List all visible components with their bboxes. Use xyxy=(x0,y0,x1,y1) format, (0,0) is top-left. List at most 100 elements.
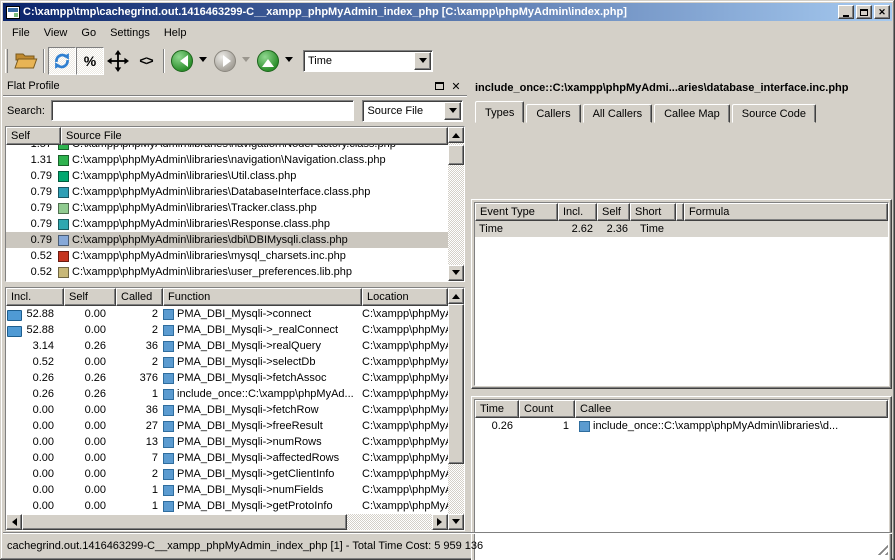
column-header-time[interactable]: Time xyxy=(475,400,519,418)
function-row[interactable]: 0.00 0.00 27 PMA_DBI_Mysqli->freeResult … xyxy=(6,418,448,434)
back-dropdown-arrow[interactable] xyxy=(199,57,207,66)
scrollbar-track[interactable] xyxy=(448,143,464,265)
column-header-self[interactable]: Self xyxy=(6,127,61,145)
reload-button[interactable] xyxy=(48,47,76,75)
column-header-self[interactable]: Self xyxy=(597,203,630,221)
dock-float-button[interactable] xyxy=(432,80,446,93)
close-icon: ✕ xyxy=(451,80,460,93)
arrow-up-icon xyxy=(452,129,460,138)
column-header-self[interactable]: Self xyxy=(64,288,116,306)
percent-icon: % xyxy=(84,53,96,69)
title-bar[interactable]: C:\xampp\tmp\cachegrind.out.1416463299-C… xyxy=(3,3,892,21)
scrollbar-thumb[interactable] xyxy=(22,514,347,530)
scrollbar-thumb[interactable] xyxy=(448,304,464,464)
scroll-down-button[interactable] xyxy=(448,265,464,281)
function-row[interactable]: 52.88 0.00 2 PMA_DBI_Mysqli->connect C:\… xyxy=(6,306,448,322)
menu-item-view[interactable]: View xyxy=(37,24,75,42)
scroll-down-button[interactable] xyxy=(448,514,464,530)
dock-title-bar[interactable]: Flat Profile ✕ xyxy=(3,77,467,96)
menu-item-help[interactable]: Help xyxy=(157,24,194,42)
back-button[interactable] xyxy=(168,47,196,75)
column-header-callee[interactable]: Callee xyxy=(575,400,888,418)
dock-layout-button[interactable] xyxy=(104,47,132,75)
column-header-short[interactable]: Short xyxy=(630,203,676,221)
file-row[interactable]: 0.52 C:\xampp\phpMyAdmin\libraries\mysql… xyxy=(6,248,448,264)
function-row[interactable]: 0.00 0.00 1 PMA_DBI_Mysqli->numFields C:… xyxy=(6,482,448,498)
source-file-list: Self Source File 1.57 C:\xampp\phpMyAdmi… xyxy=(5,126,465,282)
dock-close-button[interactable]: ✕ xyxy=(449,80,463,93)
scroll-up-button[interactable] xyxy=(448,288,464,304)
function-row[interactable]: 0.00 0.00 2 PMA_DBI_Mysqli->getClientInf… xyxy=(6,466,448,482)
column-header-spacer[interactable] xyxy=(676,203,684,221)
function-row[interactable]: 0.00 0.00 1 PMA_DBI_Mysqli->getProtoInfo… xyxy=(6,498,448,514)
close-icon: ✕ xyxy=(878,8,886,17)
file-row-selected[interactable]: 0.79 C:\xampp\phpMyAdmin\libraries\dbi\D… xyxy=(6,232,448,248)
scrollbar-thumb[interactable] xyxy=(448,145,464,165)
menu-item-settings[interactable]: Settings xyxy=(103,24,157,42)
callee-row[interactable]: 0.26 1 include_once::C:\xampp\phpMyAdmin… xyxy=(475,418,888,434)
maximize-icon xyxy=(860,9,868,16)
open-folder-icon xyxy=(14,51,38,71)
function-row[interactable]: 3.14 0.26 36 PMA_DBI_Mysqli->realQuery C… xyxy=(6,338,448,354)
column-header-formula[interactable]: Formula xyxy=(684,203,888,221)
up-button[interactable] xyxy=(254,47,282,75)
scrollbar-track[interactable] xyxy=(22,514,432,530)
up-dropdown-arrow[interactable] xyxy=(285,57,293,66)
column-header-event-type[interactable]: Event Type xyxy=(475,203,558,221)
function-row[interactable]: 0.00 0.00 36 PMA_DBI_Mysqli->fetchRow C:… xyxy=(6,402,448,418)
scroll-up-button[interactable] xyxy=(448,127,464,143)
file-row[interactable]: 0.79 C:\xampp\phpMyAdmin\libraries\Datab… xyxy=(6,184,448,200)
combo-drop-button[interactable] xyxy=(444,102,461,120)
search-input[interactable] xyxy=(51,100,355,121)
group-by-selector[interactable]: Source File xyxy=(362,100,463,122)
tab-source-code[interactable]: Source Code xyxy=(732,104,816,123)
column-header-source-file[interactable]: Source File xyxy=(61,127,448,145)
resize-grip[interactable] xyxy=(875,542,888,555)
file-row[interactable]: 0.79 C:\xampp\phpMyAdmin\libraries\Util.… xyxy=(6,168,448,184)
cost-color-icon xyxy=(58,155,69,166)
column-header-called[interactable]: Called xyxy=(116,288,163,306)
file-row[interactable]: 0.79 C:\xampp\phpMyAdmin\libraries\Track… xyxy=(6,200,448,216)
maximize-button[interactable] xyxy=(856,5,872,19)
forward-button[interactable] xyxy=(211,47,239,75)
minimize-button[interactable] xyxy=(838,5,854,19)
column-header-incl[interactable]: Incl. xyxy=(558,203,597,221)
toolbar-handle[interactable] xyxy=(5,49,8,73)
file-row[interactable]: 0.52 C:\xampp\phpMyAdmin\libraries\user_… xyxy=(6,264,448,280)
search-row: Search: Source File xyxy=(3,96,467,125)
scroll-left-button[interactable] xyxy=(6,514,22,530)
relative-percent-toggle[interactable]: % xyxy=(76,47,104,75)
function-row[interactable]: 0.52 0.00 2 PMA_DBI_Mysqli->selectDb C:\… xyxy=(6,354,448,370)
scroll-right-button[interactable] xyxy=(432,514,448,530)
menu-item-file[interactable]: File xyxy=(5,24,37,42)
menu-item-go[interactable]: Go xyxy=(74,24,103,42)
horizontal-scrollbar[interactable] xyxy=(6,514,448,530)
tab-callee-map[interactable]: Callee Map xyxy=(654,104,730,123)
open-file-button[interactable] xyxy=(12,47,40,75)
column-header-function[interactable]: Function xyxy=(163,288,362,306)
column-header-location[interactable]: Location xyxy=(362,288,448,306)
combo-drop-button[interactable] xyxy=(414,52,431,70)
column-header-count[interactable]: Count xyxy=(519,400,575,418)
expand-collapse-button[interactable]: <> xyxy=(132,47,160,75)
vertical-scrollbar[interactable] xyxy=(448,288,464,530)
event-type-row-selected[interactable]: Time 2.62 2.36 Time xyxy=(475,221,888,237)
close-button[interactable]: ✕ xyxy=(874,5,890,19)
file-row[interactable]: 1.57 C:\xampp\phpMyAdmin\libraries\navig… xyxy=(6,145,448,152)
tab-callers[interactable]: Callers xyxy=(526,104,580,123)
event-type-selector[interactable]: Time xyxy=(303,50,433,72)
function-row[interactable]: 0.00 0.00 13 PMA_DBI_Mysqli->numRows C:\… xyxy=(6,434,448,450)
file-row[interactable]: 1.31 C:\xampp\phpMyAdmin\libraries\navig… xyxy=(6,152,448,168)
tab-all-callers[interactable]: All Callers xyxy=(583,104,653,123)
file-row[interactable]: 0.79 C:\xampp\phpMyAdmin\libraries\Respo… xyxy=(6,216,448,232)
function-row[interactable]: 0.26 0.26 376 PMA_DBI_Mysqli->fetchAssoc… xyxy=(6,370,448,386)
function-row[interactable]: 0.26 0.26 1 include_once::C:\xampp\phpMy… xyxy=(6,386,448,402)
menu-bar: File View Go Settings Help xyxy=(3,21,892,44)
scrollbar-track[interactable] xyxy=(448,304,464,514)
tab-types[interactable]: Types xyxy=(475,101,524,123)
function-row[interactable]: 52.88 0.00 2 PMA_DBI_Mysqli->_realConnec… xyxy=(6,322,448,338)
function-icon xyxy=(163,453,174,464)
column-header-incl[interactable]: Incl. xyxy=(6,288,64,306)
function-row[interactable]: 0.00 0.00 7 PMA_DBI_Mysqli->affectedRows… xyxy=(6,450,448,466)
vertical-scrollbar[interactable] xyxy=(448,127,464,281)
